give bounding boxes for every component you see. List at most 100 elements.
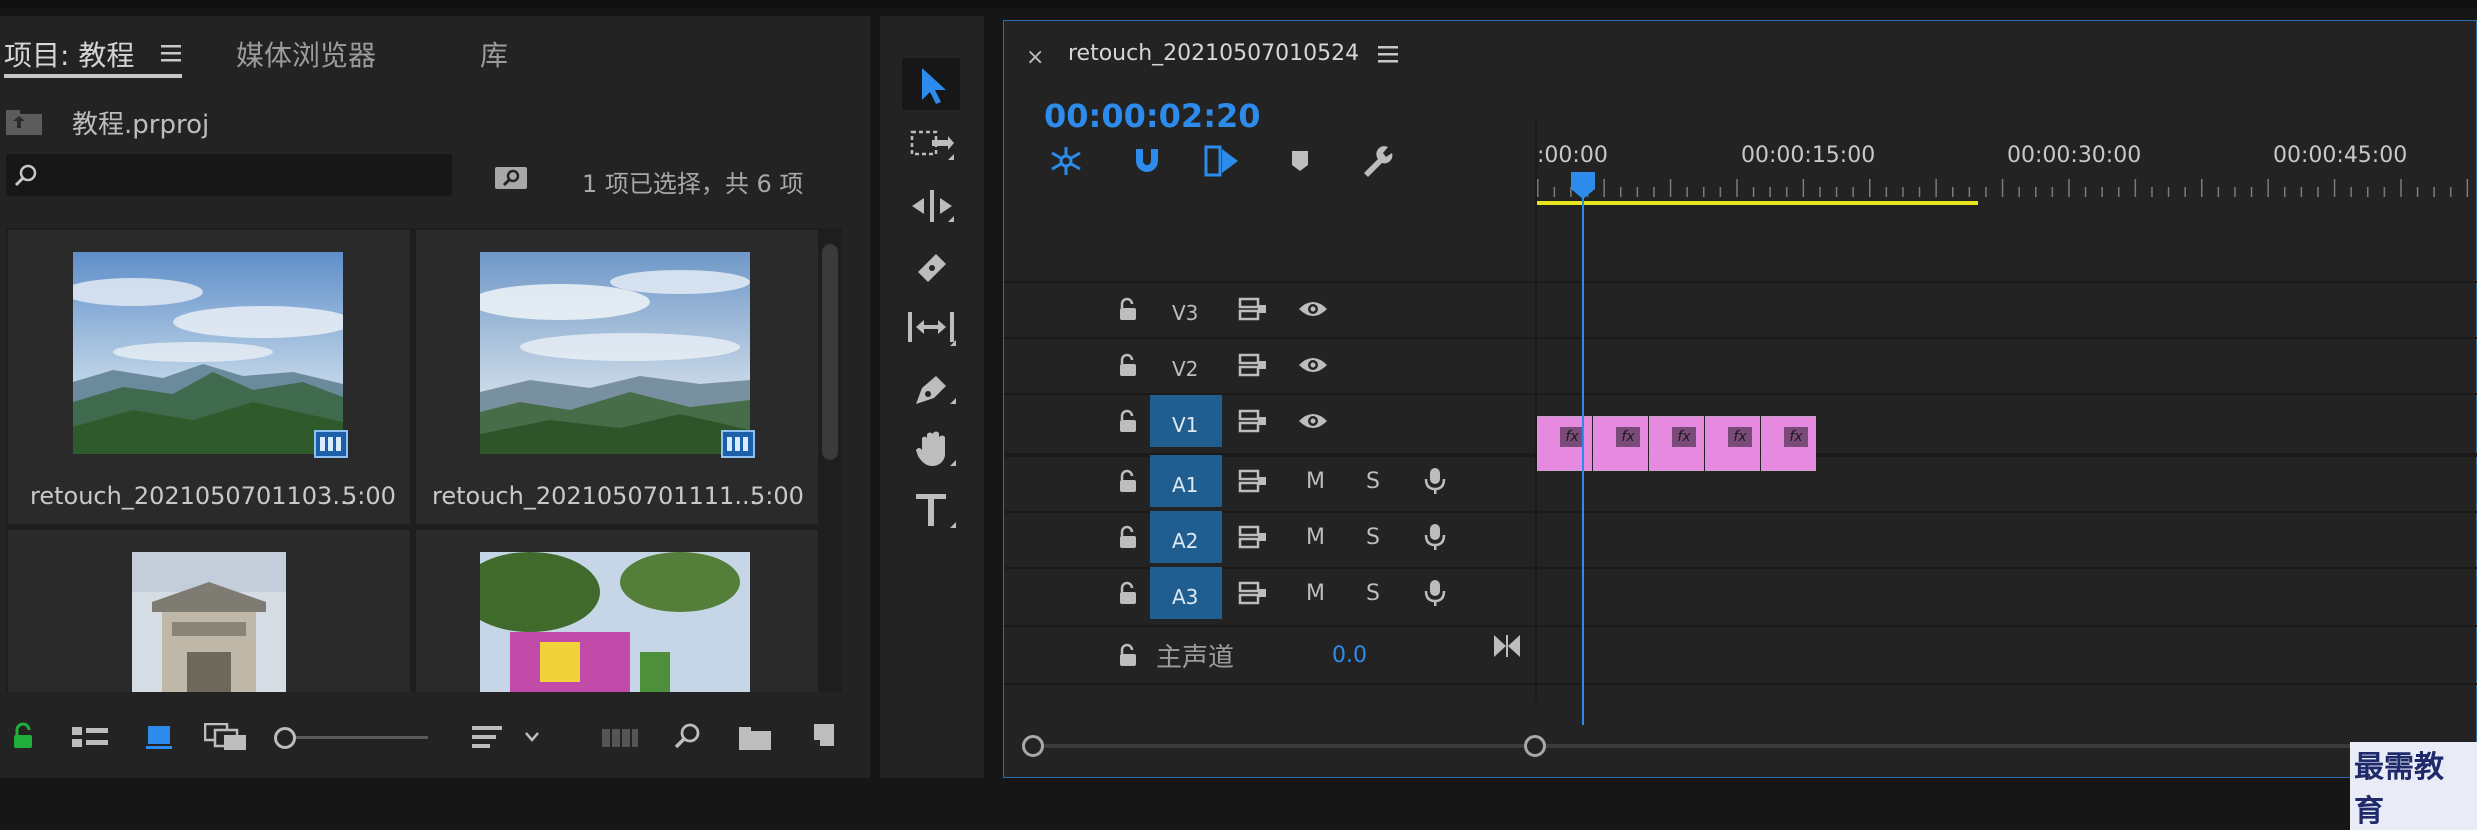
selection-tool[interactable]: [902, 58, 960, 110]
fx-badge: fx: [1560, 427, 1584, 447]
scrollbar-right-handle[interactable]: [1524, 735, 1546, 757]
selection-status: 1 项已选择，共 6 项: [582, 170, 804, 198]
clip-thumbnail: [132, 552, 286, 692]
microphone-icon[interactable]: [1424, 523, 1446, 551]
mute-button[interactable]: M: [1306, 469, 1325, 494]
eye-icon[interactable]: [1298, 411, 1328, 431]
media-item-name: retouch_2021050701111...: [432, 482, 758, 510]
tab-project[interactable]: 项目: 教程: [4, 34, 134, 74]
video-clip[interactable]: fx: [1593, 416, 1648, 471]
track-label: A3: [1172, 585, 1199, 609]
ruler-label: 00:00:45:00: [2273, 143, 2408, 168]
solo-button[interactable]: S: [1366, 525, 1380, 550]
track-lock-icon[interactable]: [1118, 581, 1138, 605]
sync-lock-icon[interactable]: [1238, 525, 1268, 549]
slip-tool[interactable]: [906, 308, 958, 348]
project-file-name: 教程.prproj: [72, 110, 210, 140]
zoom-slider-track: [282, 736, 428, 739]
list-view-icon[interactable]: [72, 726, 110, 748]
tab-active-underline: [4, 74, 182, 78]
sync-lock-icon[interactable]: [1238, 297, 1268, 321]
folder-up-icon[interactable]: [5, 108, 43, 136]
hamburger-icon[interactable]: [161, 44, 181, 62]
clip-thumbnail: [73, 252, 343, 454]
solo-button[interactable]: S: [1366, 581, 1380, 606]
hand-tool[interactable]: [912, 428, 958, 470]
track-lock-icon[interactable]: [1118, 469, 1138, 493]
mute-button[interactable]: M: [1306, 581, 1325, 606]
track-header-a3: A3 M S: [1004, 565, 1536, 621]
solo-button[interactable]: S: [1366, 469, 1380, 494]
lock-icon[interactable]: [12, 722, 34, 750]
wrench-icon[interactable]: [1360, 145, 1394, 177]
sequence-tab-name[interactable]: retouch_20210507010524: [1068, 41, 1359, 66]
nest-toggle-icon[interactable]: [1048, 145, 1084, 177]
find-icon[interactable]: [494, 164, 528, 190]
linked-selection-icon[interactable]: [1204, 145, 1240, 177]
track-lock-icon[interactable]: [1118, 525, 1138, 549]
razor-tool[interactable]: [912, 248, 952, 288]
video-clip[interactable]: fx: [1761, 416, 1816, 471]
media-item-duration: 5:00: [750, 482, 804, 510]
sync-lock-icon[interactable]: [1238, 409, 1268, 433]
sequence-menu-icon[interactable]: [1378, 45, 1398, 63]
media-item[interactable]: retouch_2021050701103... 5:00: [8, 230, 410, 524]
close-icon[interactable]: ×: [1026, 45, 1044, 70]
icon-view-icon[interactable]: [146, 724, 172, 750]
snap-icon[interactable]: [1132, 145, 1162, 175]
master-volume-value[interactable]: 0.0: [1332, 643, 1367, 668]
track-select-tool[interactable]: [910, 128, 956, 166]
new-item-icon[interactable]: [810, 722, 838, 750]
playhead-timecode[interactable]: 00:00:02:20: [1044, 97, 1261, 135]
timeline-scrollbar[interactable]: [1022, 735, 2472, 757]
microphone-icon[interactable]: [1424, 579, 1446, 607]
go-to-in-out-icon[interactable]: [1492, 633, 1522, 659]
time-ruler[interactable]: :00:00 00:00:15:00 00:00:30:00 00:00:45:…: [1537, 121, 2477, 205]
ripple-edit-tool[interactable]: [910, 188, 956, 226]
film-badge-icon: [314, 430, 348, 458]
media-item[interactable]: [416, 530, 818, 692]
master-lock-icon[interactable]: [1118, 643, 1138, 667]
zoom-slider-handle[interactable]: [274, 727, 296, 749]
new-bin-icon[interactable]: [738, 725, 772, 751]
automate-to-sequence-icon[interactable]: [602, 726, 638, 748]
tab-media-browser[interactable]: 媒体浏览器: [236, 34, 376, 74]
find-bottom-icon[interactable]: [674, 722, 702, 750]
work-area-bar[interactable]: [1537, 201, 1978, 205]
mute-button[interactable]: M: [1306, 525, 1325, 550]
scrollbar-left-handle[interactable]: [1022, 735, 1044, 757]
track-divider: [1004, 683, 2477, 685]
sort-icon[interactable]: [472, 724, 542, 752]
sync-lock-icon[interactable]: [1238, 581, 1268, 605]
add-marker-icon[interactable]: [1290, 149, 1310, 173]
bin-grid: retouch_2021050701103... 5:00 retouch_20…: [6, 228, 842, 692]
eye-icon[interactable]: [1298, 355, 1328, 375]
pen-tool[interactable]: [912, 368, 958, 408]
track-lock-icon[interactable]: [1118, 409, 1138, 433]
track-label: V3: [1172, 301, 1199, 325]
microphone-icon[interactable]: [1424, 467, 1446, 495]
master-track-label: 主声道: [1156, 643, 1235, 673]
video-clip[interactable]: fx: [1705, 416, 1760, 471]
track-header-v2: V2: [1004, 337, 1536, 393]
search-icon: [14, 163, 38, 187]
media-item[interactable]: retouch_2021050701111... 5:00: [416, 230, 818, 524]
search-input[interactable]: [46, 160, 440, 190]
type-tool[interactable]: [912, 490, 958, 532]
track-lock-icon[interactable]: [1118, 353, 1138, 377]
sync-lock-icon[interactable]: [1238, 353, 1268, 377]
fx-badge: fx: [1728, 427, 1752, 447]
track-lock-icon[interactable]: [1118, 297, 1138, 321]
tab-libraries[interactable]: 库: [480, 34, 508, 74]
bin-scrollbar[interactable]: [822, 244, 838, 460]
zoom-slider[interactable]: [274, 726, 432, 750]
search-field[interactable]: [6, 154, 452, 196]
ruler-label: 00:00:30:00: [2007, 143, 2142, 168]
media-item[interactable]: [8, 530, 410, 692]
track-header-v1: V1: [1004, 393, 1536, 449]
track-label: A1: [1172, 473, 1199, 497]
sync-lock-icon[interactable]: [1238, 469, 1268, 493]
freeform-view-icon[interactable]: [204, 723, 248, 751]
video-clip[interactable]: fx: [1649, 416, 1704, 471]
eye-icon[interactable]: [1298, 299, 1328, 319]
